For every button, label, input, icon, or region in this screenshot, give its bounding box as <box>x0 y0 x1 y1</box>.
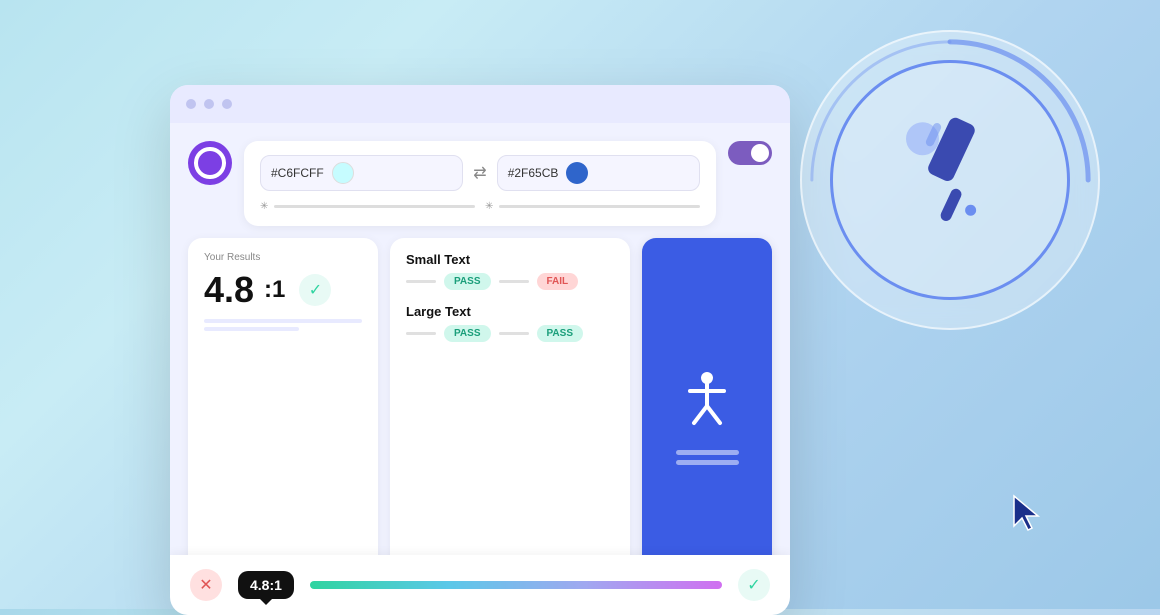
color1-swatch[interactable] <box>332 162 354 184</box>
x-icon: ✕ <box>190 569 222 601</box>
slider2-icon: ✳ <box>485 201 493 212</box>
logo <box>188 141 232 190</box>
window-dot-1 <box>186 99 196 109</box>
swap-button[interactable]: ⇄ <box>473 163 486 183</box>
browser-content: #C6FCFF ⇄ #2F65CB ✳ <box>170 123 790 615</box>
accessibility-lines <box>676 450 739 465</box>
window-dot-3 <box>222 99 232 109</box>
check-circle: ✓ <box>299 274 331 306</box>
ratio-colon: :1 <box>264 276 285 304</box>
acc-line2 <box>676 460 739 465</box>
small-text-label: Small Text <box>406 252 614 267</box>
results-card: Your Results 4.8 :1 ✓ <box>188 238 378 597</box>
slider1[interactable]: ✳ <box>260 201 475 212</box>
large-text-label: Large Text <box>406 304 614 319</box>
acc-line1 <box>676 450 739 455</box>
accessibility-card <box>642 238 772 597</box>
color2-swatch[interactable] <box>566 162 588 184</box>
eyedropper-outer <box>800 30 1100 330</box>
large-badge-row: PASS PASS <box>406 325 614 342</box>
slider1-icon: ✳ <box>260 201 268 212</box>
bottom-section: Your Results 4.8 :1 ✓ <box>188 238 772 597</box>
large-line2 <box>499 332 529 335</box>
window-dot-2 <box>204 99 214 109</box>
small-pass-badge: PASS <box>444 273 491 290</box>
small-line1 <box>406 280 436 283</box>
color-picker-card: #C6FCFF ⇄ #2F65CB ✳ <box>244 141 716 226</box>
small-badge-row: PASS FAIL <box>406 273 614 290</box>
large-pass-badge1: PASS <box>444 325 491 342</box>
text-check-card: Small Text PASS FAIL Large Text PASS <box>390 238 630 597</box>
large-pass-badge2: PASS <box>537 325 584 342</box>
toggle-knob <box>751 144 769 162</box>
large-text-section: Large Text PASS PASS <box>406 304 614 342</box>
bar-full <box>204 319 362 323</box>
color-row: #C6FCFF ⇄ #2F65CB <box>260 155 700 191</box>
toggle-switch[interactable] <box>728 141 772 165</box>
color2-hex: #2F65CB <box>508 166 559 180</box>
results-label: Your Results <box>204 252 362 263</box>
slider2[interactable]: ✳ <box>485 201 700 212</box>
check-icon-green: ✓ <box>738 569 770 601</box>
small-fail-badge: FAIL <box>537 273 579 290</box>
small-text-section: Small Text PASS FAIL <box>406 252 614 290</box>
ratio-display: 4.8 :1 ✓ <box>204 269 362 311</box>
toggle-area <box>728 141 772 165</box>
sliders-row: ✳ ✳ <box>260 201 700 212</box>
large-line1 <box>406 332 436 335</box>
result-bars <box>204 319 362 331</box>
ratio-tooltip: 4.8:1 <box>238 571 294 599</box>
browser-window: #C6FCFF ⇄ #2F65CB ✳ <box>170 85 790 615</box>
color2-input[interactable]: #2F65CB <box>497 155 700 191</box>
gradient-progress-bar <box>310 581 722 589</box>
browser-titlebar <box>170 85 790 123</box>
accessibility-icon <box>682 371 732 436</box>
arc-svg <box>802 32 1098 328</box>
cursor-arrow <box>1010 494 1045 539</box>
eyedropper-circle <box>800 30 1100 330</box>
ratio-number: 4.8 <box>204 269 254 311</box>
bar-short <box>204 327 299 331</box>
slider2-track <box>499 205 700 208</box>
color1-hex: #C6FCFF <box>271 166 324 180</box>
bottom-bar: ✕ 4.8:1 ✓ <box>170 555 790 615</box>
color1-input[interactable]: #C6FCFF <box>260 155 463 191</box>
slider1-track <box>274 205 475 208</box>
top-section: #C6FCFF ⇄ #2F65CB ✳ <box>188 141 772 226</box>
small-line2 <box>499 280 529 283</box>
